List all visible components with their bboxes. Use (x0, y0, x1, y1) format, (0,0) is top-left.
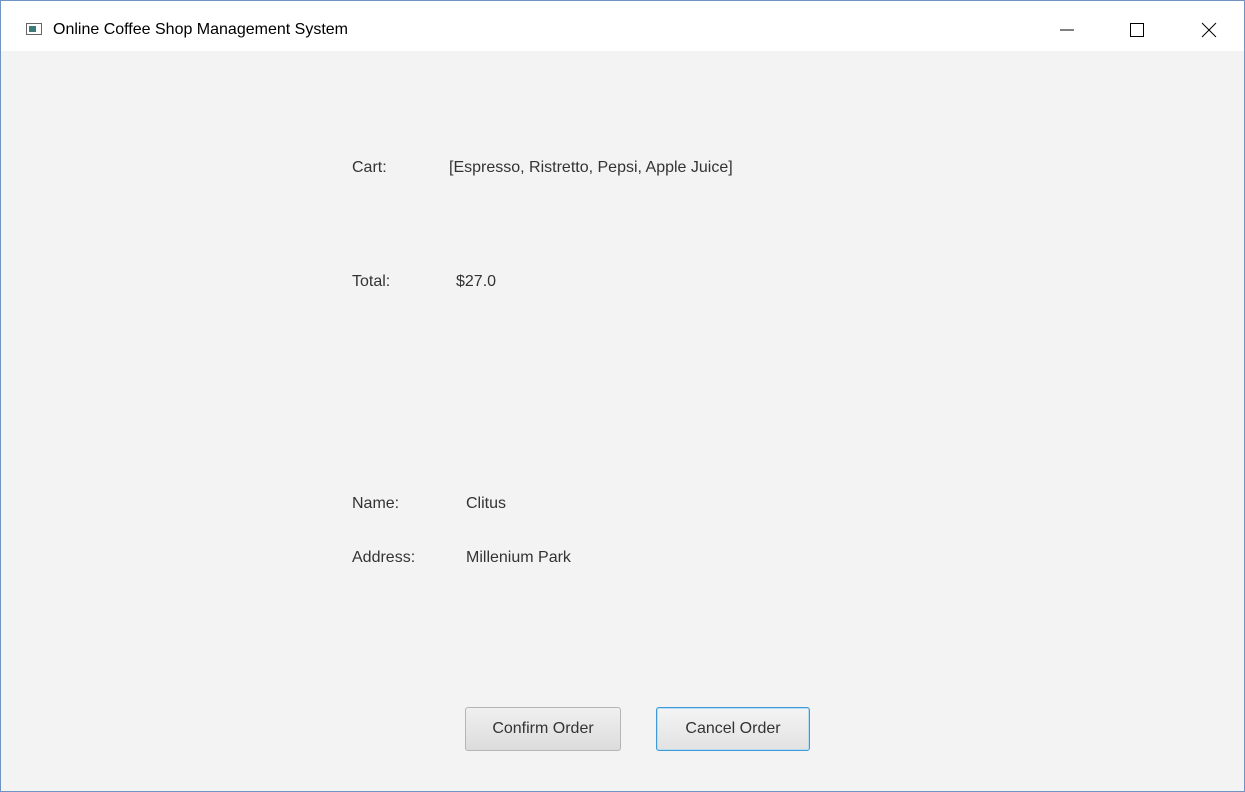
minimize-icon (1060, 29, 1074, 31)
cancel-order-button[interactable]: Cancel Order (656, 707, 810, 751)
title-bar[interactable]: Online Coffee Shop Management System (1, 1, 1244, 51)
close-button[interactable] (1193, 15, 1225, 45)
minimize-button[interactable] (1051, 15, 1083, 45)
app-window-icon (26, 23, 42, 35)
order-summary-panel: Cart: [Espresso, Ristretto, Pepsi, Apple… (1, 51, 1244, 791)
cart-label: Cart: (352, 159, 387, 176)
cart-value: [Espresso, Ristretto, Pepsi, Apple Juice… (449, 159, 733, 176)
maximize-icon (1130, 23, 1144, 37)
app-window: Online Coffee Shop Management System Car… (0, 0, 1245, 792)
address-value: Millenium Park (466, 549, 571, 566)
total-label: Total: (352, 273, 391, 290)
confirm-order-button[interactable]: Confirm Order (465, 707, 621, 751)
name-label: Name: (352, 495, 400, 512)
name-value: Clitus (466, 495, 507, 512)
close-icon (1201, 22, 1217, 38)
window-title: Online Coffee Shop Management System (53, 21, 348, 38)
address-label: Address: (352, 549, 416, 566)
maximize-button[interactable] (1120, 15, 1152, 45)
total-value: $27.0 (456, 273, 497, 290)
